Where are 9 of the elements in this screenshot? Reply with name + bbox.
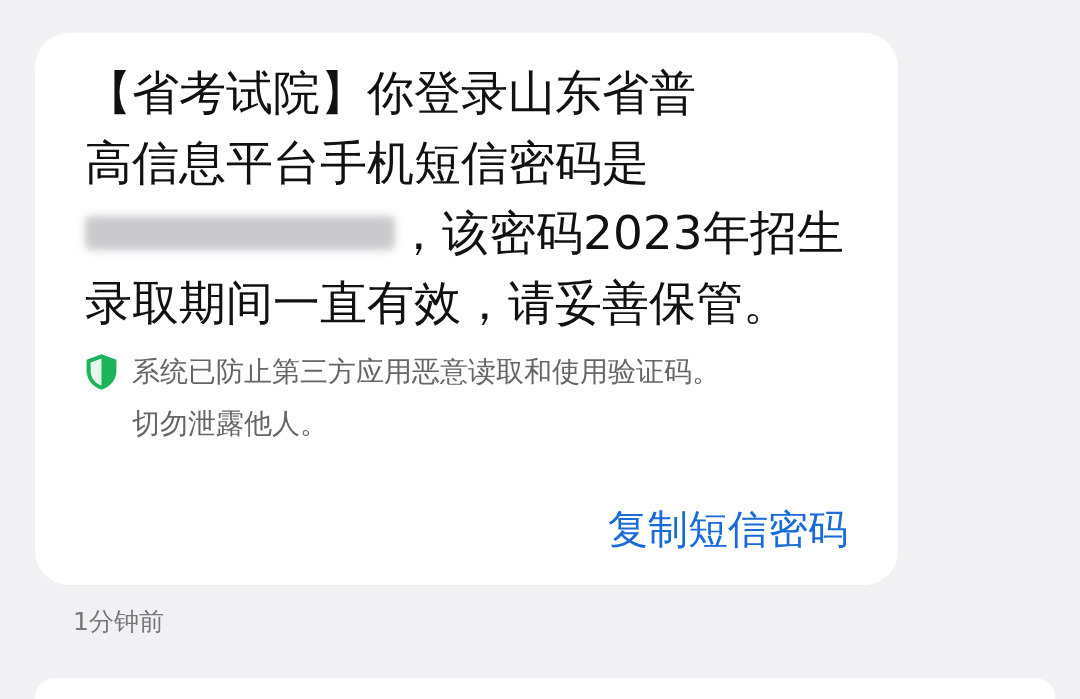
security-notice-text: 系统已防止第三方应用恶意读取和使用验证码。	[132, 354, 720, 390]
shield-icon	[85, 353, 118, 391]
message-text: 录取期间一直有效，请妥善保管。	[85, 274, 790, 332]
security-notice-text: 切勿泄露他人。	[132, 406, 329, 442]
message-text: 高信息平台手机短信密码是	[85, 134, 649, 192]
message-text: ，该密码2023年招生	[395, 204, 844, 262]
message-text: 【省考试院】你登录山东省普	[85, 64, 696, 122]
copy-code-button[interactable]: 复制短信密码	[608, 502, 848, 557]
timestamp: 1分钟前	[73, 606, 165, 638]
